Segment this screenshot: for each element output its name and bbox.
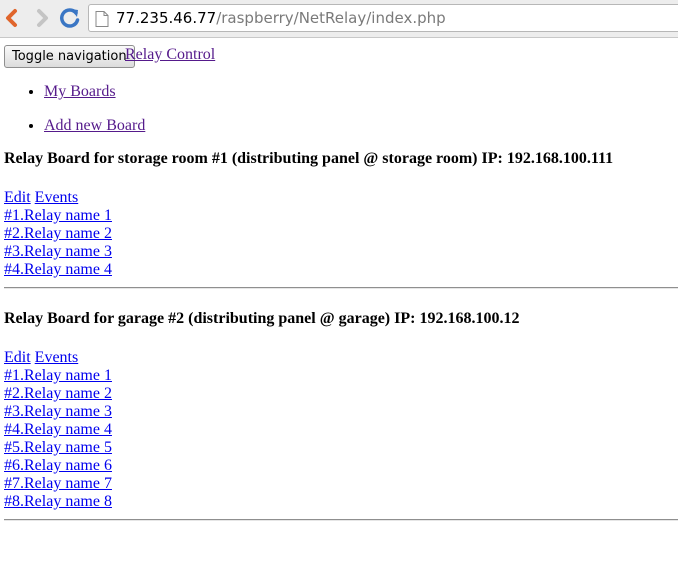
- relay-item: #4.Relay name 4: [4, 261, 678, 279]
- relay-link[interactable]: #7.Relay name 7: [4, 475, 112, 492]
- relay-link[interactable]: #8.Relay name 8: [4, 493, 112, 510]
- relay-item: #2.Relay name 2: [4, 225, 678, 243]
- menu-item-my-boards: My Boards: [44, 75, 678, 109]
- reload-icon: [60, 8, 80, 28]
- add-new-board-link[interactable]: Add new Board: [44, 117, 145, 134]
- relay-item: #3.Relay name 3: [4, 403, 678, 421]
- relay-item: #4.Relay name 4: [4, 421, 678, 439]
- page-icon: [95, 11, 109, 27]
- divider: [4, 519, 678, 521]
- menu-item-add-board: Add new Board: [44, 109, 678, 143]
- relay-item: #1.Relay name 1: [4, 207, 678, 225]
- reload-button[interactable]: [58, 6, 82, 30]
- toggle-navigation-button[interactable]: Toggle navigation: [4, 45, 135, 68]
- divider: [4, 287, 678, 289]
- board-title: Relay Board for storage room #1 (distrib…: [4, 150, 614, 167]
- relay-link[interactable]: #1.Relay name 1: [4, 367, 112, 384]
- board-actions: Edit Events: [4, 189, 678, 207]
- relay-link[interactable]: #3.Relay name 3: [4, 403, 112, 420]
- board-actions: Edit Events: [4, 349, 678, 367]
- relay-item: #5.Relay name 5: [4, 439, 678, 457]
- board-1: Relay Board for storage room #1 (distrib…: [4, 149, 678, 289]
- relay-link[interactable]: #4.Relay name 4: [4, 261, 112, 278]
- relay-link[interactable]: #6.Relay name 6: [4, 457, 112, 474]
- page-content: Toggle navigation Relay Control My Board…: [4, 37, 678, 521]
- edit-link[interactable]: Edit: [4, 349, 31, 366]
- url-text[interactable]: 77.235.46.77/raspberry/NetRelay/index.ph…: [116, 9, 446, 27]
- browser-toolbar: 77.235.46.77/raspberry/NetRelay/index.ph…: [0, 0, 678, 38]
- address-bar[interactable]: 77.235.46.77/raspberry/NetRelay/index.ph…: [88, 4, 678, 32]
- url-path: /raspberry/NetRelay/index.php: [216, 9, 446, 27]
- relay-item: #7.Relay name 7: [4, 475, 678, 493]
- relay-link[interactable]: #2.Relay name 2: [4, 385, 112, 402]
- relay-item: #8.Relay name 8: [4, 493, 678, 511]
- relay-item: #6.Relay name 6: [4, 457, 678, 475]
- my-boards-link[interactable]: My Boards: [44, 83, 116, 100]
- back-button[interactable]: [0, 6, 24, 30]
- relay-link[interactable]: #4.Relay name 4: [4, 421, 112, 438]
- forward-button[interactable]: [30, 6, 54, 30]
- navbar: Toggle navigation Relay Control: [4, 37, 678, 75]
- relay-link[interactable]: #2.Relay name 2: [4, 225, 112, 242]
- back-arrow-icon: [6, 9, 17, 27]
- forward-arrow-icon: [37, 9, 48, 27]
- events-link[interactable]: Events: [35, 189, 79, 206]
- relay-link[interactable]: #1.Relay name 1: [4, 207, 112, 224]
- url-host: 77.235.46.77: [116, 9, 217, 27]
- relay-item: #2.Relay name 2: [4, 385, 678, 403]
- board-title: Relay Board for garage #2 (distributing …: [4, 310, 520, 327]
- relay-link[interactable]: #3.Relay name 3: [4, 243, 112, 260]
- edit-link[interactable]: Edit: [4, 189, 31, 206]
- board-2: Relay Board for garage #2 (distributing …: [4, 309, 678, 521]
- events-link[interactable]: Events: [35, 349, 79, 366]
- relay-item: #3.Relay name 3: [4, 243, 678, 261]
- relay-item: #1.Relay name 1: [4, 367, 678, 385]
- nav-menu: My Boards Add new Board: [4, 75, 678, 143]
- relay-link[interactable]: #5.Relay name 5: [4, 439, 112, 456]
- brand-link[interactable]: Relay Control: [125, 46, 215, 64]
